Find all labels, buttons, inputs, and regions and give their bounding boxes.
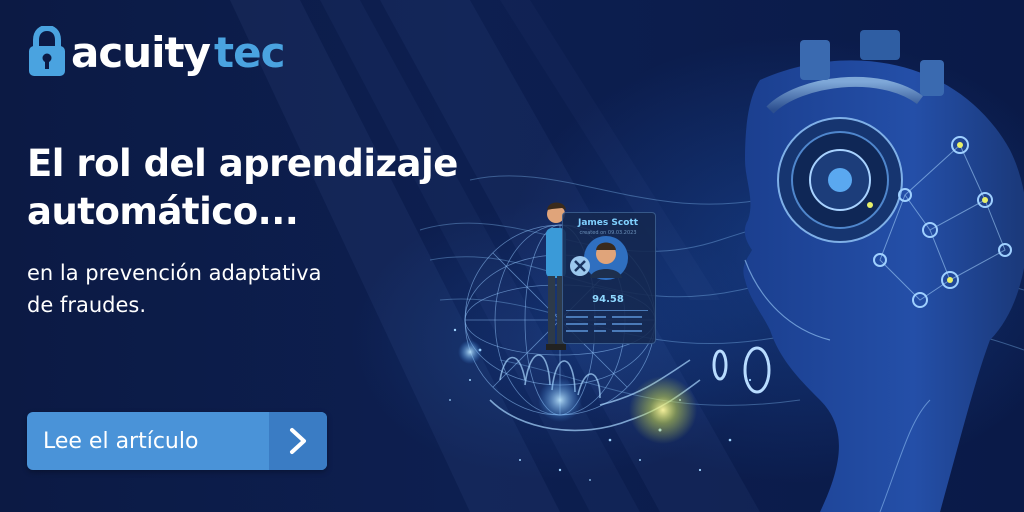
- cta-arrow-box: [269, 412, 327, 470]
- brand-name-part1: acuity: [71, 27, 211, 77]
- headline-line1: El rol del aprendizaje: [27, 142, 458, 185]
- holo-rings: [712, 346, 771, 394]
- chevron-right-icon: [290, 428, 306, 454]
- subheadline-line2: de fraudes.: [27, 293, 146, 317]
- ad-banner[interactable]: James Scott created on 09.03.2023 94.58 …: [0, 0, 1024, 512]
- brand-logo[interactable]: acuity tec: [27, 22, 285, 82]
- profile-name: James Scott: [578, 218, 638, 228]
- padlock-icon: [29, 26, 65, 76]
- read-article-label: Lee el artículo: [43, 428, 199, 454]
- subheadline: en la prevención adaptativa de fraudes.: [27, 257, 447, 321]
- robot-head: [743, 60, 1024, 512]
- profile-date: created on 09.03.2023: [579, 230, 637, 236]
- read-article-button[interactable]: Lee el artículo: [27, 412, 327, 470]
- brand-name-part2: tec: [214, 27, 285, 77]
- headline: El rol del aprendizaje automático...: [27, 140, 517, 236]
- profile-score: 94.58: [592, 294, 624, 305]
- headline-line2: automático...: [27, 190, 299, 233]
- subheadline-line1: en la prevención adaptativa: [27, 261, 322, 285]
